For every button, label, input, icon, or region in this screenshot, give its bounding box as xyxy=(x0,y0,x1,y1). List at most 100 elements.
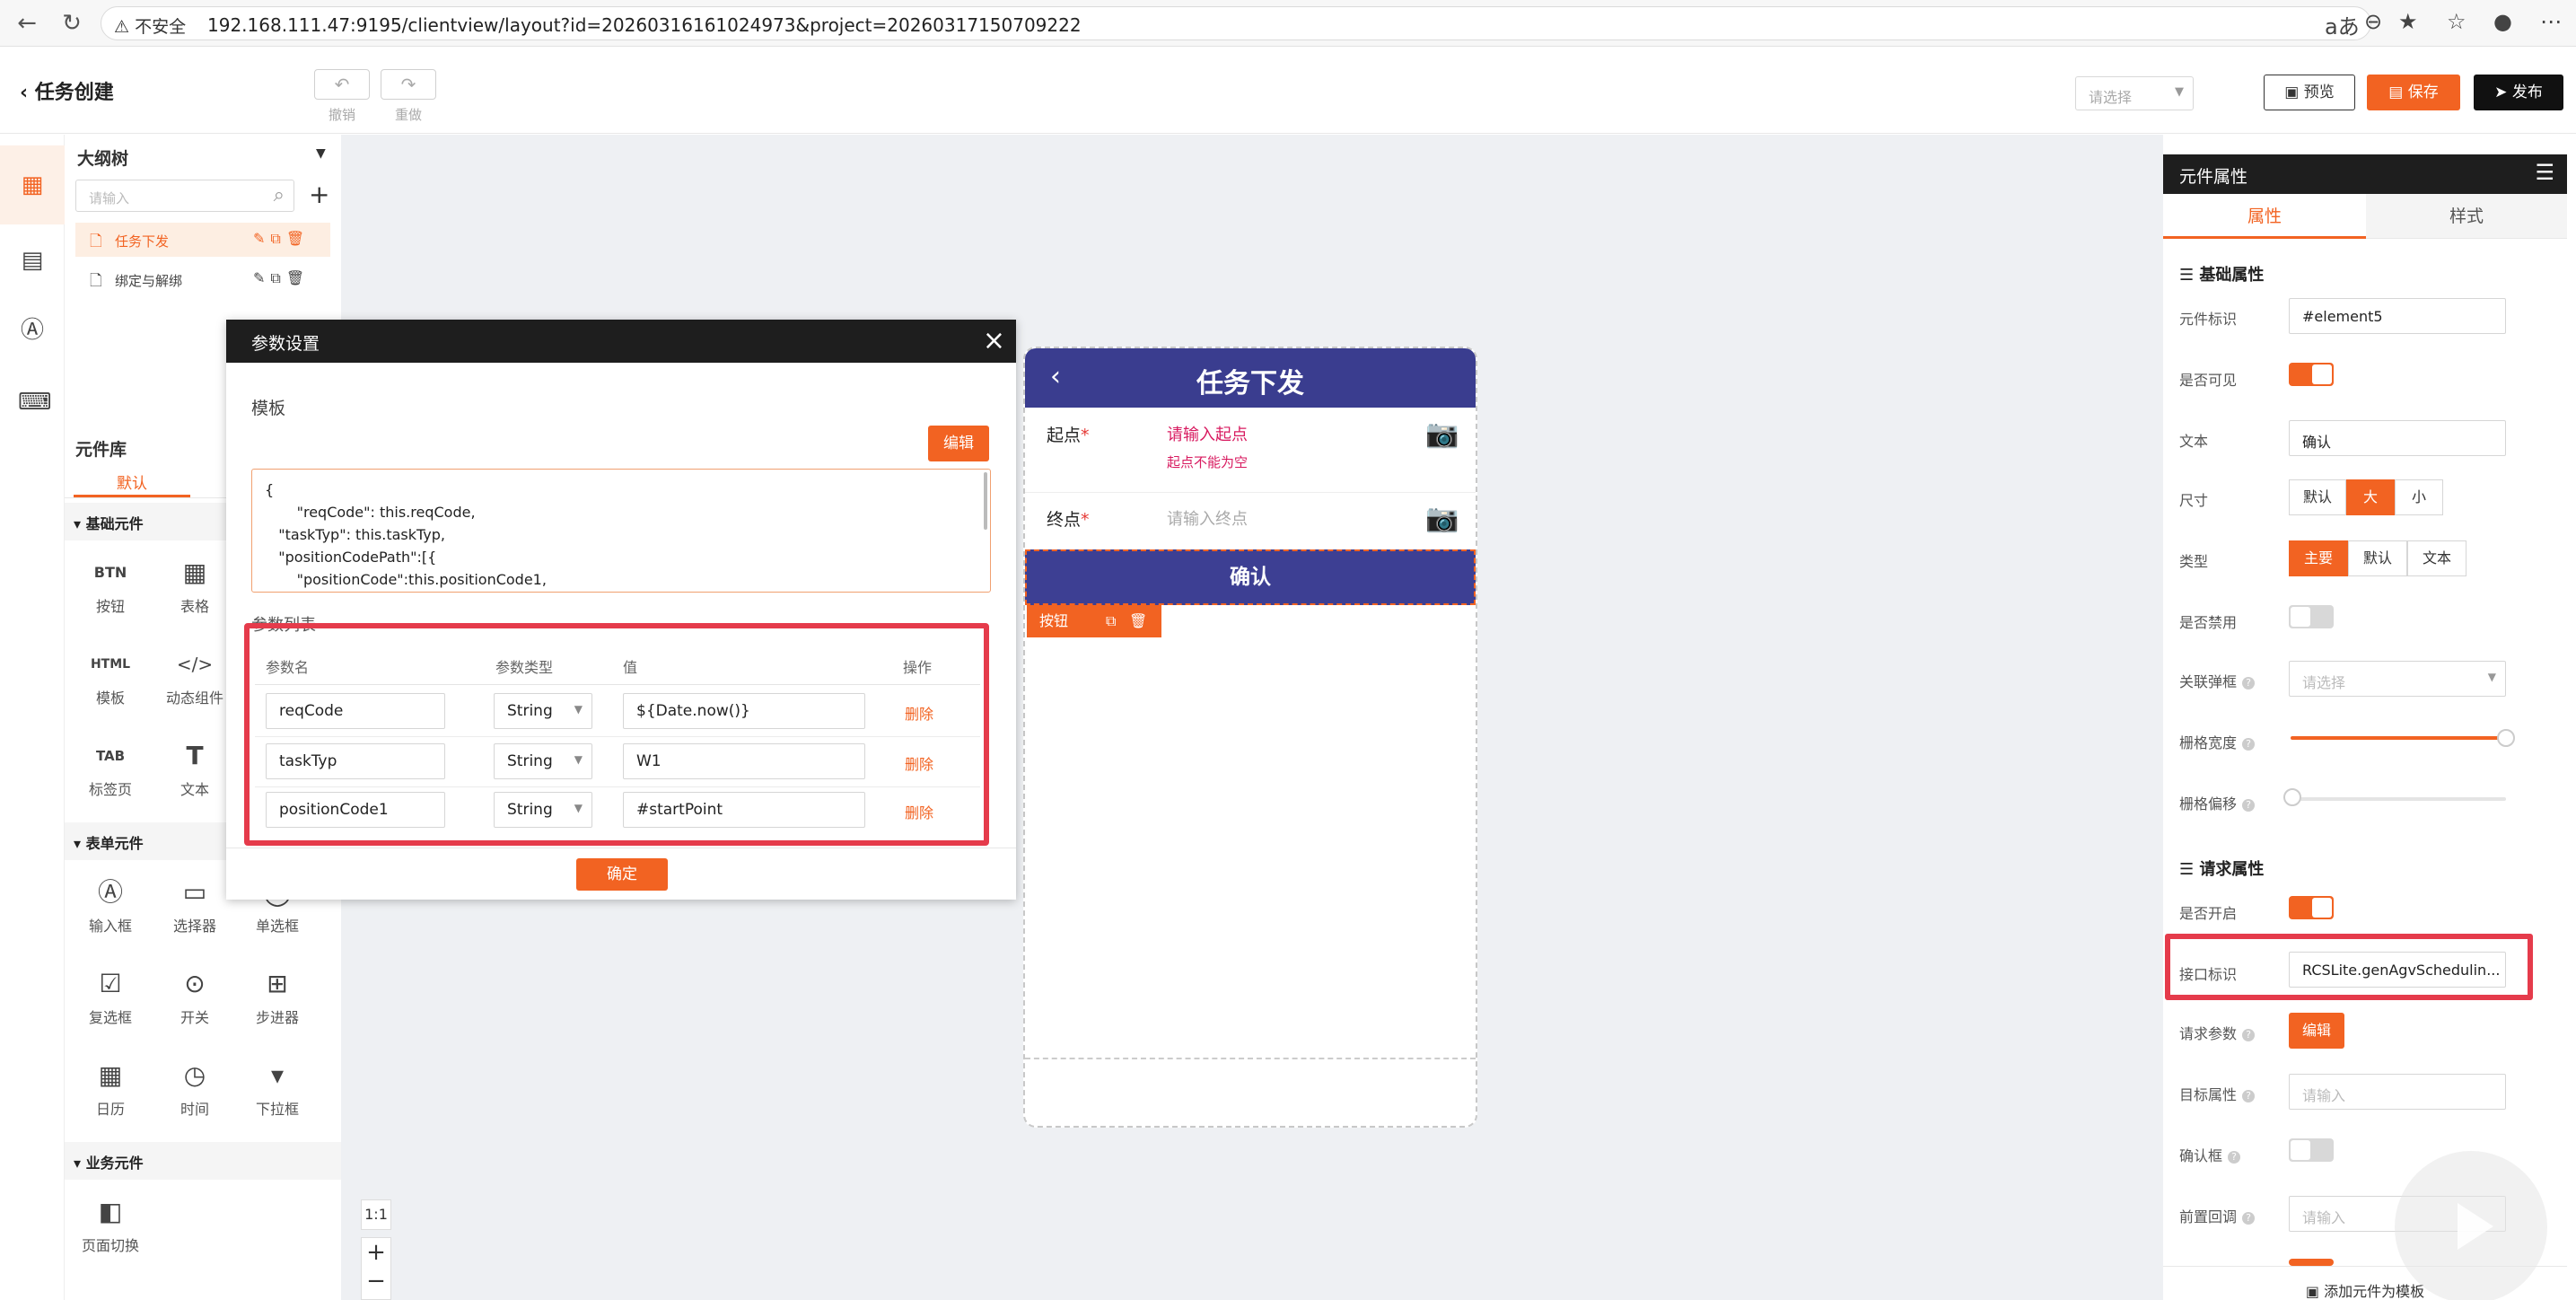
enable-toggle[interactable] xyxy=(2289,896,2334,919)
type-primary[interactable]: 主要 xyxy=(2289,540,2348,576)
comp-dropdown[interactable]: ▾ 下拉框 xyxy=(237,1058,318,1119)
header-select[interactable]: 请选择 ▼ xyxy=(2075,76,2194,110)
popup-select[interactable]: 请选择 ▼ xyxy=(2289,661,2506,697)
menu-collapse-icon[interactable]: ☰ xyxy=(2535,160,2554,185)
help-icon[interactable]: ? xyxy=(2242,798,2256,812)
help-icon[interactable]: ? xyxy=(2242,1028,2256,1041)
start-field-input[interactable]: 请输入起点 xyxy=(1167,422,1248,445)
comp-checkbox[interactable]: ☑ 复选框 xyxy=(70,966,151,1027)
camera-icon[interactable]: 📷 xyxy=(1425,418,1459,450)
code-scrollbar[interactable] xyxy=(984,472,987,530)
comp-time[interactable]: ◷ 时间 xyxy=(154,1058,235,1119)
comp-button[interactable]: BTN 按钮 xyxy=(70,555,151,616)
text-style-icon[interactable]: Ⓐ xyxy=(18,316,47,345)
comp-input[interactable]: Ⓐ 输入框 xyxy=(70,874,151,935)
target-input[interactable]: 请输入 xyxy=(2289,1074,2506,1110)
section-basic[interactable]: ▾ 基础元件 xyxy=(74,512,144,533)
trash-icon[interactable]: 🗑 xyxy=(286,269,310,286)
search-icon[interactable]: ⌕ xyxy=(274,184,285,206)
confirm-button[interactable]: 确认 xyxy=(1025,549,1476,605)
comp-tabs[interactable]: TAB 标签页 xyxy=(70,738,151,799)
tree-item-actions[interactable]: ✎⧉🗑 xyxy=(253,230,310,248)
undo-button[interactable]: ↶ xyxy=(314,69,370,100)
comp-page-switch[interactable]: ◧ 页面切换 xyxy=(70,1194,151,1255)
help-icon[interactable]: ? xyxy=(2242,1211,2256,1225)
trash-icon[interactable]: 🗑 xyxy=(1129,605,1147,637)
comp-calendar[interactable]: ▦ 日历 xyxy=(70,1058,151,1119)
edit-icon[interactable]: ✎ xyxy=(253,269,270,286)
comp-table[interactable]: ▦ 表格 xyxy=(154,555,235,616)
grid-offset-slider[interactable] xyxy=(2291,797,2506,801)
comp-text[interactable]: T 文本 xyxy=(154,738,235,799)
help-icon[interactable]: ? xyxy=(2242,676,2256,690)
section-form[interactable]: ▾ 表单元件 xyxy=(74,831,144,853)
code-icon[interactable]: ⌨ xyxy=(18,388,52,417)
element-toolbar[interactable]: 按钮 ⧉ 🗑 xyxy=(1027,605,1161,637)
mobile-preview[interactable] xyxy=(1023,347,1477,1128)
chevron-left-icon[interactable]: ‹ xyxy=(1050,361,1061,392)
play-overlay[interactable] xyxy=(2395,1151,2547,1300)
data-source-icon[interactable]: ▤ xyxy=(18,246,47,275)
camera-icon[interactable]: 📷 xyxy=(1425,503,1459,534)
url-text[interactable]: 192.168.111.47:9195/clientview/layout?id… xyxy=(207,14,1082,36)
copy-icon[interactable]: ⧉ xyxy=(1106,605,1116,637)
favorites-list-icon[interactable]: ☆ xyxy=(2447,9,2466,34)
save-button[interactable]: ▤ 保存 xyxy=(2367,75,2460,110)
text-input[interactable]: 确认 xyxy=(2289,420,2506,456)
visible-toggle[interactable] xyxy=(2289,363,2334,386)
help-icon[interactable]: ? xyxy=(2242,1089,2256,1102)
grid-width-slider-handle[interactable] xyxy=(2497,729,2515,747)
type-default[interactable]: 默认 xyxy=(2348,540,2407,576)
disabled-toggle[interactable] xyxy=(2289,605,2334,628)
tab-styles[interactable]: 样式 xyxy=(2366,194,2567,239)
template-code-editor[interactable]: { "reqCode": this.reqCode, "taskTyp": th… xyxy=(251,469,991,593)
comp-stepper[interactable]: ⊞ 步进器 xyxy=(237,966,318,1027)
redo-button[interactable]: ↷ xyxy=(381,69,436,100)
read-aloud-icon[interactable]: aあ xyxy=(2325,9,2360,40)
size-small[interactable]: 小 xyxy=(2395,479,2443,515)
edit-template-button[interactable]: 编辑 xyxy=(928,426,989,461)
size-default[interactable]: 默认 xyxy=(2289,479,2346,515)
grid-width-slider[interactable] xyxy=(2291,736,2506,740)
help-icon[interactable]: ? xyxy=(2228,1150,2241,1164)
library-tab-default[interactable]: 默认 xyxy=(74,470,190,497)
zoom-out-icon[interactable]: − xyxy=(366,1268,386,1295)
copy-icon[interactable]: ⧉ xyxy=(270,269,285,286)
add-icon[interactable]: + xyxy=(309,180,329,209)
comp-template[interactable]: HTML 模板 xyxy=(70,646,151,707)
type-text[interactable]: 文本 xyxy=(2407,540,2466,576)
zoom-reset-button[interactable]: 1:1 xyxy=(361,1199,391,1230)
back-arrow-icon[interactable]: ← xyxy=(13,9,41,38)
tree-item-bind-unbind[interactable]: 🗋 绑定与解绑 ✎⧉🗑 xyxy=(75,262,330,296)
edit-icon[interactable]: ✎ xyxy=(253,230,270,247)
profile-avatar-icon[interactable]: ● xyxy=(2493,9,2512,34)
zoom-controls[interactable]: + − xyxy=(361,1237,391,1300)
comp-switch[interactable]: ⊙ 开关 xyxy=(154,966,235,1027)
close-icon[interactable]: × xyxy=(983,325,1005,356)
zoom-icon[interactable]: ⊖ xyxy=(2364,9,2382,34)
help-icon[interactable]: ? xyxy=(2242,737,2256,751)
end-field-input[interactable]: 请输入终点 xyxy=(1167,506,1248,530)
reload-icon[interactable]: ↻ xyxy=(57,9,86,38)
confirm-box-toggle[interactable] xyxy=(2289,1138,2334,1162)
outline-search-input[interactable]: 请输入 ⌕ xyxy=(75,180,294,212)
back-title[interactable]: ‹ 任务创建 xyxy=(20,76,114,105)
comp-selector[interactable]: ▭ 选择器 xyxy=(154,874,235,935)
edit-req-params-button[interactable]: 编辑 xyxy=(2289,1013,2344,1049)
grid-offset-slider-handle[interactable] xyxy=(2283,788,2301,806)
confirm-dialog-button[interactable]: 确定 xyxy=(576,858,668,891)
tree-item-actions[interactable]: ✎⧉🗑 xyxy=(253,269,310,287)
layout-icon[interactable]: ▦ xyxy=(18,171,47,199)
caret-down-icon[interactable]: ▼ xyxy=(316,146,326,161)
favorite-star-icon[interactable]: ★ xyxy=(2398,9,2418,34)
tab-properties[interactable]: 属性 xyxy=(2163,194,2366,239)
chevron-left-icon[interactable]: ‹ xyxy=(20,82,35,104)
more-menu-icon[interactable]: ⋯ xyxy=(2540,9,2562,34)
trash-icon[interactable]: 🗑 xyxy=(286,230,310,247)
preview-button[interactable]: ▣ 预览 xyxy=(2264,75,2355,110)
tree-item-task-dispatch[interactable]: 🗋 任务下发 ✎⧉🗑 xyxy=(75,223,330,257)
partial-toggle[interactable] xyxy=(2289,1259,2334,1266)
size-large[interactable]: 大 xyxy=(2346,479,2395,515)
zoom-in-icon[interactable]: + xyxy=(366,1239,386,1266)
publish-button[interactable]: ➤ 发布 xyxy=(2474,75,2563,110)
